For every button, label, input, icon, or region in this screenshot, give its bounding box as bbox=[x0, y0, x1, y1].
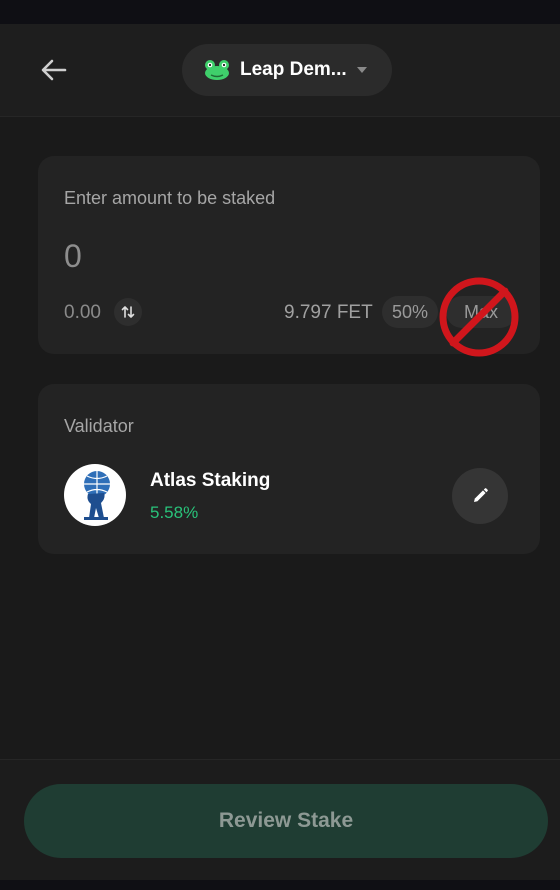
pencil-icon bbox=[474, 488, 488, 502]
fiat-value: 0.00 bbox=[64, 302, 101, 323]
header-bar: Leap Dem... bbox=[0, 24, 560, 117]
amount-card: Enter amount to be staked 0.00 9.797 FET… bbox=[38, 156, 540, 357]
max-amount-button[interactable]: Max bbox=[446, 296, 516, 328]
atlas-globe-icon bbox=[64, 464, 126, 526]
validator-apr: 5.58% bbox=[150, 503, 199, 522]
edit-validator-button[interactable] bbox=[452, 468, 508, 524]
amount-label: Enter amount to be staked bbox=[64, 188, 276, 208]
stake-screen: Leap Dem... Enter amount to be staked 0.… bbox=[0, 24, 560, 880]
swap-vertical-icon bbox=[121, 306, 135, 318]
half-amount-button[interactable]: 50% bbox=[382, 296, 438, 328]
chevron-down-icon bbox=[356, 67, 367, 73]
arrow-left-icon bbox=[41, 59, 67, 81]
back-button[interactable] bbox=[36, 54, 72, 86]
wallet-name: Leap Dem... bbox=[240, 59, 347, 80]
amount-input[interactable] bbox=[64, 234, 364, 278]
validator-name: Atlas Staking bbox=[150, 470, 271, 491]
validator-card: Validator Atlas Staking 5.58% bbox=[38, 384, 540, 554]
wallet-selector[interactable]: Leap Dem... bbox=[182, 44, 392, 96]
validator-label: Validator bbox=[64, 416, 134, 436]
frog-icon bbox=[205, 60, 229, 80]
swap-currency-button[interactable] bbox=[114, 298, 142, 326]
review-stake-button[interactable]: Review Stake bbox=[24, 784, 548, 858]
footer-bar: Review Stake bbox=[0, 759, 560, 880]
available-balance: 9.797 FET bbox=[284, 302, 373, 323]
